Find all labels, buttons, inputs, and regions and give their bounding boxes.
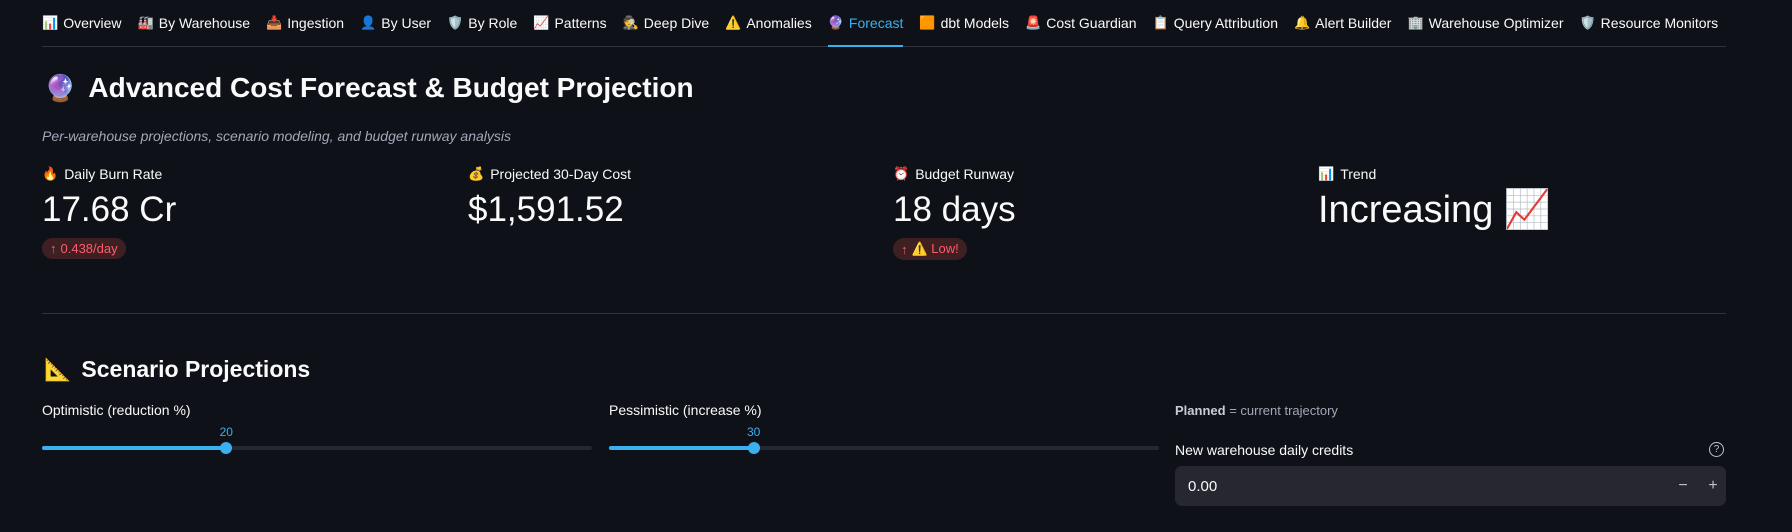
optimistic-slider[interactable]: Optimistic (reduction %) 20 bbox=[42, 402, 592, 454]
tab-label: Warehouse Optimizer bbox=[1428, 15, 1564, 31]
metric-delta-badge: ↑ 0.438/day bbox=[42, 238, 126, 259]
metric-value: 17.68 Cr bbox=[42, 190, 177, 229]
slider-track[interactable] bbox=[609, 442, 1159, 454]
tab-by-user[interactable]: 👤 By User bbox=[360, 0, 431, 46]
by-warehouse-icon: 🏭 bbox=[137, 15, 154, 30]
tab-label: Alert Builder bbox=[1315, 15, 1392, 31]
deep-dive-icon: 🕵️ bbox=[622, 15, 639, 30]
tab-resource-monitors[interactable]: 🛡️ Resource Monitors bbox=[1579, 0, 1718, 46]
tab-query-attribution[interactable]: 📋 Query Attribution bbox=[1153, 0, 1278, 46]
tab-label: Resource Monitors bbox=[1600, 15, 1719, 31]
metric-value: Increasing 📈 bbox=[1318, 189, 1552, 231]
overview-icon: 📊 bbox=[42, 15, 59, 30]
planned-bold: Planned bbox=[1175, 403, 1226, 418]
tab-by-warehouse[interactable]: 🏭 By Warehouse bbox=[138, 0, 251, 46]
slider-track[interactable] bbox=[42, 442, 592, 454]
tab-label: Anomalies bbox=[746, 15, 812, 31]
tab-by-role[interactable]: 🛡️ By Role bbox=[447, 0, 517, 46]
pessimistic-slider[interactable]: Pessimistic (increase %) 30 bbox=[609, 402, 1159, 454]
increment-button[interactable]: + bbox=[1702, 475, 1724, 497]
slider-label: Optimistic (reduction %) bbox=[42, 402, 191, 418]
tab-warehouse-optimizer[interactable]: 🏢 Warehouse Optimizer bbox=[1407, 0, 1563, 46]
help-icon[interactable]: ? bbox=[1709, 442, 1724, 457]
tab-label: Query Attribution bbox=[1173, 15, 1278, 31]
new-warehouse-credits-label: New warehouse daily credits bbox=[1175, 442, 1354, 458]
tab-label: Overview bbox=[63, 15, 122, 31]
metric-label: Budget Runway bbox=[915, 166, 1015, 182]
tab-ingestion[interactable]: 📥 Ingestion bbox=[266, 0, 344, 46]
warehouse-optimizer-icon: 🏢 bbox=[1407, 15, 1424, 30]
metric-value: $1,591.52 bbox=[468, 190, 624, 229]
anomalies-icon: ⚠️ bbox=[725, 15, 742, 30]
slider-label: Pessimistic (increase %) bbox=[609, 402, 762, 418]
alert-builder-icon: 🔔 bbox=[1293, 15, 1311, 30]
tab-alert-builder[interactable]: 🔔 Alert Builder bbox=[1294, 0, 1391, 46]
slider-thumb[interactable] bbox=[220, 442, 233, 454]
metric-daily-burn-rate: 🔥 Daily Burn Rate 17.68 Cr ↑ 0.438/day bbox=[42, 166, 176, 259]
cost-guardian-icon: 🚨 bbox=[1025, 15, 1042, 30]
section-title: 📐 Scenario Projections bbox=[44, 356, 310, 383]
tab-overview[interactable]: 📊 Overview bbox=[42, 0, 122, 46]
tab-label: By Warehouse bbox=[158, 15, 251, 31]
tab-anomalies[interactable]: ⚠️ Anomalies bbox=[725, 0, 812, 46]
section-divider bbox=[42, 313, 1726, 314]
page-subtitle: Per-warehouse projections, scenario mode… bbox=[42, 128, 512, 144]
arrow-up-icon: ↑ bbox=[50, 241, 57, 256]
tab-forecast[interactable]: 🔮 Forecast bbox=[827, 0, 904, 47]
decrement-button[interactable]: − bbox=[1672, 475, 1694, 497]
tab-patterns[interactable]: 📈 Patterns bbox=[533, 0, 606, 46]
patterns-icon: 📈 bbox=[533, 15, 550, 30]
tab-label: Patterns bbox=[554, 15, 607, 31]
metric-label: Trend bbox=[1340, 166, 1377, 182]
money-bag-icon: 💰 bbox=[468, 166, 485, 181]
by-user-icon: 👤 bbox=[360, 15, 377, 30]
section-title-text: Scenario Projections bbox=[81, 356, 311, 382]
planned-rest: = current trajectory bbox=[1225, 403, 1338, 418]
tab-label: dbt Models bbox=[940, 15, 1010, 31]
number-input-value[interactable]: 0.00 bbox=[1188, 478, 1217, 495]
metric-delta-text: ⚠️ Low! bbox=[911, 241, 959, 256]
resource-monitors-icon: 🛡️ bbox=[1579, 15, 1596, 30]
tab-cost-guardian[interactable]: 🚨 Cost Guardian bbox=[1025, 0, 1136, 46]
tab-bar: 📊 Overview 🏭 By Warehouse 📥 Ingestion 👤 By User… bbox=[42, 0, 1726, 47]
tab-label: Forecast bbox=[848, 15, 904, 31]
planned-note: Planned = current trajectory bbox=[1175, 403, 1338, 418]
query-attribution-icon: 📋 bbox=[1152, 15, 1169, 30]
metric-label: Projected 30-Day Cost bbox=[490, 166, 632, 182]
crystal-ball-icon: 🔮 bbox=[44, 72, 77, 103]
slider-value: 20 bbox=[219, 425, 233, 439]
dbt-models-icon: 🟧 bbox=[919, 15, 936, 30]
new-warehouse-credits-input[interactable]: 0.00 − + bbox=[1175, 466, 1726, 506]
tab-label: Cost Guardian bbox=[1046, 15, 1137, 31]
page-title-text: Advanced Cost Forecast & Budget Projecti… bbox=[88, 72, 694, 103]
page-title: 🔮 Advanced Cost Forecast & Budget Projec… bbox=[44, 72, 694, 104]
slider-fill bbox=[609, 446, 754, 450]
metric-value: 18 days bbox=[893, 190, 1016, 229]
tab-label: By User bbox=[381, 15, 432, 31]
metric-delta-badge: ↑ ⚠️ Low! bbox=[893, 238, 967, 260]
slider-value: 30 bbox=[746, 425, 761, 439]
slider-fill bbox=[42, 446, 227, 450]
metric-trend: 📊 Trend Increasing 📈 bbox=[1318, 166, 1551, 230]
metric-label: Daily Burn Rate bbox=[64, 166, 163, 182]
metric-projected-30-day-cost: 💰 Projected 30-Day Cost $1,591.52 bbox=[468, 166, 631, 230]
ingestion-icon: 📥 bbox=[266, 15, 283, 30]
slider-thumb[interactable] bbox=[747, 442, 760, 454]
metric-delta-text: 0.438/day bbox=[60, 241, 118, 256]
metric-budget-runway: ⏰ Budget Runway 18 days ↑ ⚠️ Low! bbox=[893, 166, 1016, 260]
arrow-up-icon: ↑ bbox=[901, 241, 908, 257]
tab-dbt-models[interactable]: 🟧 dbt Models bbox=[919, 0, 1009, 46]
tab-label: Deep Dive bbox=[643, 15, 710, 31]
bar-chart-icon: 📊 bbox=[1318, 166, 1335, 181]
by-role-icon: 🛡️ bbox=[447, 15, 464, 30]
fire-icon: 🔥 bbox=[42, 166, 59, 181]
forecast-icon: 🔮 bbox=[827, 15, 844, 30]
tab-deep-dive[interactable]: 🕵️ Deep Dive bbox=[623, 0, 710, 46]
tab-label: By Role bbox=[468, 15, 518, 31]
alarm-clock-icon: ⏰ bbox=[893, 166, 910, 181]
triangular-ruler-icon: 📐 bbox=[44, 356, 72, 382]
tab-label: Ingestion bbox=[287, 15, 345, 31]
